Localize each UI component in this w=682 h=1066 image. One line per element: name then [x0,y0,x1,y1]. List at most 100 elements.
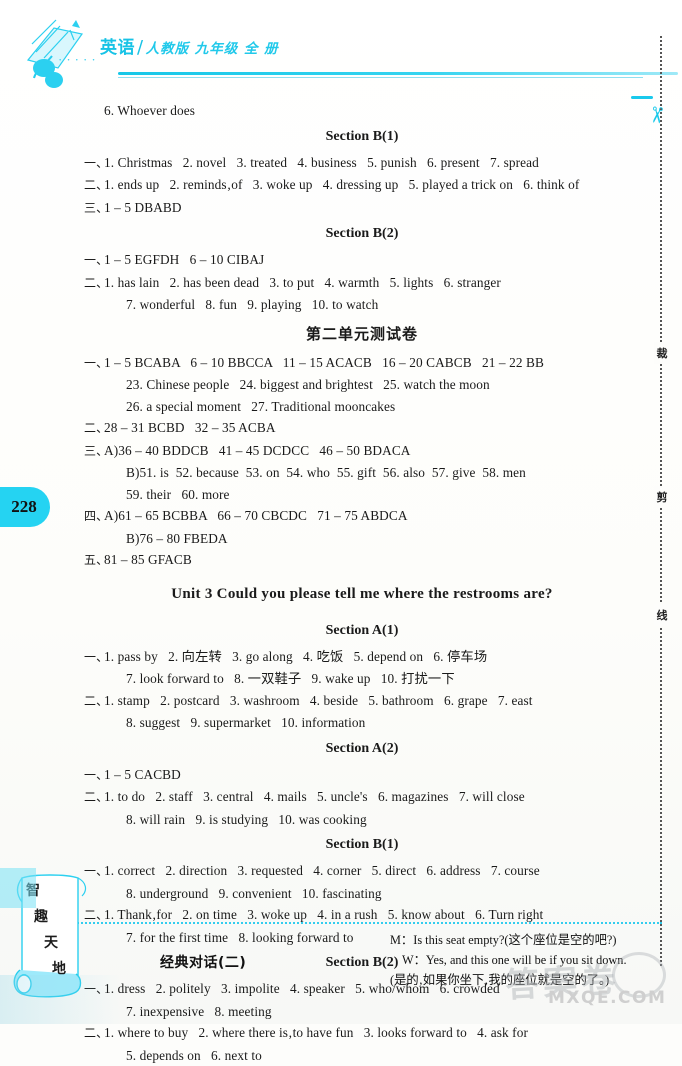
page-header: ····· 英语/人教版 九年级 全 册 [0,0,682,92]
answer-line-marker: 二、 [84,175,104,197]
answer-line-text: 28 – 31 BCBD 32 – 35 ACBA [104,420,276,435]
answer-line: 一、1 – 5 BCABA 6 – 10 BBCCA 11 – 15 ACACB… [84,352,640,375]
answer-line-text: 1. where to buy 2. where there is‚to hav… [104,1025,528,1040]
answer-line: 一、1. pass by 2. 向左转 3. go along 4. 吃饭 5.… [84,646,640,669]
scan-artifact-left [0,868,36,908]
scroll-char-3: 天 [44,930,66,956]
cut-char-1: 裁 [654,342,670,364]
answer-line-marker: 二、 [84,691,104,713]
section-heading: Section A(2) [84,734,640,764]
section-heading: Section B(2) [84,219,640,249]
answer-line: 8. underground 9. convenient 10. fascina… [84,883,640,905]
answer-line-text: 1. correct 2. direction 3. requested 4. … [104,863,540,878]
answer-line-text: 1. has lain 2. has been dead 3. to put 4… [104,275,501,290]
answer-line: B)51. is 52. because 53. on 54. who 55. … [84,462,640,484]
answer-line-text: A)61 – 65 BCBBA 66 – 70 CBCDC 71 – 75 AB… [104,508,408,523]
answer-line: 三、1 – 5 DBABD [84,197,640,220]
answer-line-text: 1. stamp 2. postcard 3. washroom 4. besi… [104,693,533,708]
answer-line-marker: 一、 [84,765,104,787]
page-number: 228 [5,497,37,517]
answer-line-text: 26. a special moment 27. Traditional moo… [126,399,395,414]
answer-line: 8. suggest 9. supermarket 10. informatio… [84,712,640,734]
answer-line: 5. depends on 6. next to [84,1045,640,1066]
answer-line-text: 81 – 85 GFACB [104,552,192,567]
page-number-tab: 228 [0,487,50,527]
answer-line: 二、1. stamp 2. postcard 3. washroom 4. be… [84,690,640,713]
answer-line-marker: 一、 [84,647,104,669]
header-dots: ····· [58,52,100,68]
answer-line: 二、1. has lain 2. has been dead 3. to put… [84,272,640,295]
answer-line-text: 1. to do 2. staff 3. central 4. mails 5.… [104,789,525,804]
answer-line-marker: 二、 [84,787,104,809]
answer-line: 6. Whoever does [84,100,640,122]
answer-line: 二、1. to do 2. staff 3. central 4. mails … [84,786,640,809]
section-heading: Section B(1) [84,122,640,152]
section-heading: Section A(1) [84,616,640,646]
answer-line-marker: 二、 [84,1023,104,1045]
answer-line: 一、1. correct 2. direction 3. requested 4… [84,860,640,883]
answer-line-text: 7. wonderful 8. fun 9. playing 10. to wa… [126,297,378,312]
answer-line: 一、1 – 5 EGFDH 6 – 10 CIBAJ [84,249,640,272]
footer-section-label: 经典对话(二) [160,952,246,972]
answer-line-text: 8. will rain 9. is studying 10. was cook… [126,812,367,827]
answer-line-marker: 一、 [84,153,104,175]
answer-line-text: 7. for the first time 8. looking forward… [126,930,354,945]
answer-line: 一、1. Christmas 2. novel 3. treated 4. bu… [84,152,640,175]
answer-line: 四、A)61 – 65 BCBBA 66 – 70 CBCDC 71 – 75 … [84,505,640,528]
answer-line: 一、1 – 5 CACBD [84,764,640,787]
answer-line-text: 1. pass by 2. 向左转 3. go along 4. 吃饭 5. d… [104,649,487,664]
answer-line: 26. a special moment 27. Traditional moo… [84,396,640,418]
answer-line-text: 23. Chinese people 24. biggest and brigh… [126,377,490,392]
answer-line-text: 1 – 5 EGFDH 6 – 10 CIBAJ [104,252,264,267]
answer-line-marker: 一、 [84,353,104,375]
answer-line-marker: 三、 [84,441,104,463]
header-edition: 人教版 九年级 全 册 [146,41,279,57]
cut-char-2: 剪 [654,486,670,508]
answer-line: 二、28 – 31 BCBD 32 – 35 ACBA [84,417,640,440]
cut-line: ✂ 裁 剪 线 [655,36,669,966]
answer-line-text: B)76 – 80 FBEDA [126,531,228,546]
answer-line: 59. their 60. more [84,484,640,506]
answer-line-marker: 四、 [84,506,104,528]
page-canvas: ····· 英语/人教版 九年级 全 册 228 ✂ 裁 剪 线 6. Whoe… [0,0,682,1024]
answer-line-text: 59. their 60. more [126,487,230,502]
dialog-line-1: M：Is this seat empty?(这个座位是空的吧?) [390,930,680,950]
answer-line: 8. will rain 9. is studying 10. was cook… [84,809,640,831]
scroll-char-2: 趣 [34,904,66,930]
answer-line: 二、1. where to buy 2. where there is‚to h… [84,1022,640,1045]
answer-line-marker: 一、 [84,250,104,272]
answer-line: 7. wonderful 8. fun 9. playing 10. to wa… [84,294,640,316]
answer-line-text: 1 – 5 CACBD [104,767,181,782]
footer-divider [62,922,662,924]
answer-line-text: 7. inexpensive 8. meeting [126,1004,272,1019]
header-rule-secondary [118,77,643,78]
answer-line-text: 1 – 5 DBABD [104,200,182,215]
answer-line: 7. look forward to 8. 一双鞋子 9. wake up 10… [84,668,640,690]
answer-line-text: 1. Christmas 2. novel 3. treated 4. busi… [104,155,539,170]
answer-line-marker: 三、 [84,198,104,220]
scissors-icon: ✂ [644,105,668,126]
answer-line-text: 1. Thank‚for 2. on time 3. woke up 4. in… [104,907,543,922]
answer-line-marker: 二、 [84,273,104,295]
cut-line-tick [631,96,653,99]
answer-line: 23. Chinese people 24. biggest and brigh… [84,374,640,396]
answer-line-text: 1. ends up 2. reminds‚of 3. woke up 4. d… [104,177,579,192]
header-rule [118,72,678,75]
answer-line-marker: 五、 [84,550,104,572]
answer-line-text: A)36 – 40 BDDCB 41 – 45 DCDCC 46 – 50 BD… [104,443,411,458]
answer-line: B)76 – 80 FBEDA [84,528,640,550]
answer-line-text: 7. look forward to 8. 一双鞋子 9. wake up 10… [126,671,455,686]
page-title: 英语/人教版 九年级 全 册 [100,33,279,58]
header-subject: 英语 [100,38,135,58]
answer-line-text: 8. suggest 9. supermarket 10. informatio… [126,715,365,730]
cut-char-3: 线 [654,604,670,626]
answer-line-text: 8. underground 9. convenient 10. fascina… [126,886,382,901]
answer-line-text: 5. depends on 6. next to [126,1048,262,1063]
header-slash: / [135,37,146,58]
answer-line-text: B)51. is 52. because 53. on 54. who 55. … [126,465,526,480]
answer-line: 五、81 – 85 GFACB [84,549,640,572]
answer-line-marker: 二、 [84,418,104,440]
scan-artifact-bottom [0,975,120,1024]
answer-line: 三、A)36 – 40 BDDCB 41 – 45 DCDCC 46 – 50 … [84,440,640,463]
section-heading: Section B(1) [84,830,640,860]
